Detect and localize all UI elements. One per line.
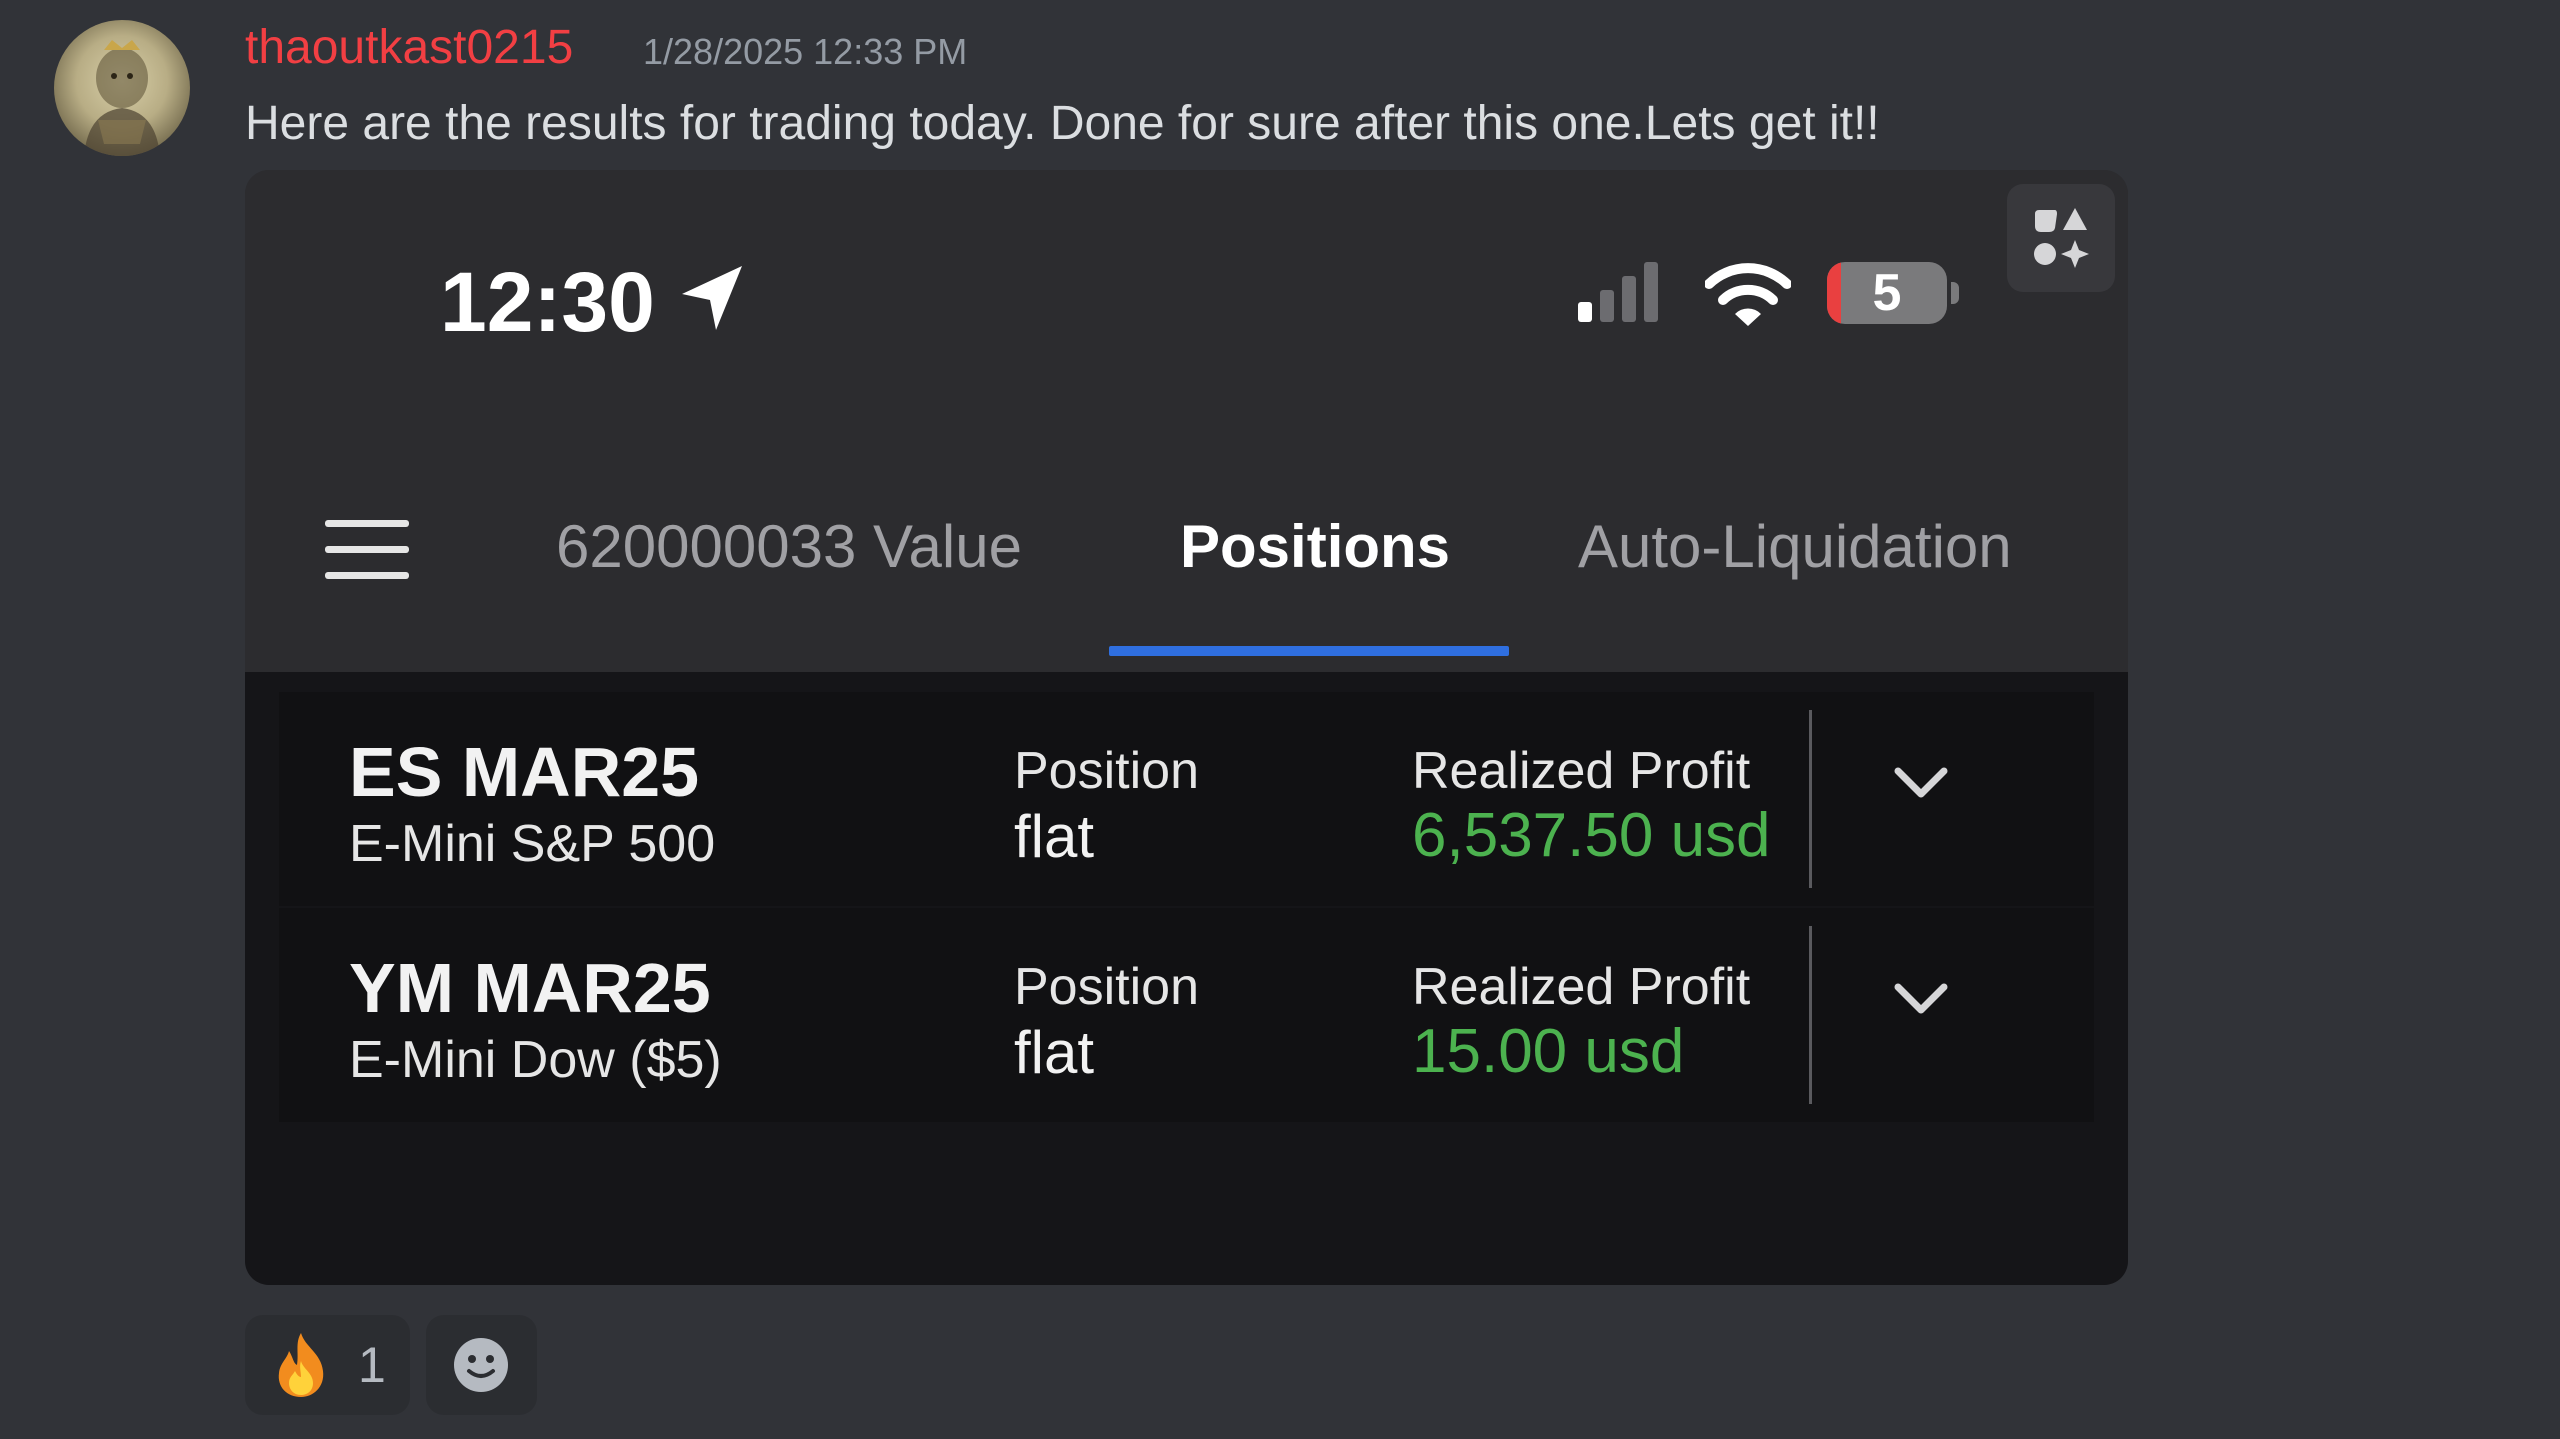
position-label: Position xyxy=(1014,958,1199,1016)
tab-auto-liquidation[interactable]: Auto-Liquidation xyxy=(1578,510,2012,584)
realized-profit-label: Realized Profit xyxy=(1412,958,1751,1016)
column-divider xyxy=(1809,926,1812,1104)
chevron-down-icon[interactable] xyxy=(1893,982,1949,1018)
wifi-icon xyxy=(1705,263,1791,326)
location-arrow-icon xyxy=(682,266,742,330)
battery-level: 5 xyxy=(1872,264,1902,322)
message-timestamp: 1/28/2025 12:33 PM xyxy=(643,31,968,72)
position-value: flat xyxy=(1014,1019,1095,1086)
menu-icon[interactable] xyxy=(325,520,409,580)
cellular-signal-icon xyxy=(1578,262,1658,322)
realized-profit-value: 15.00 usd xyxy=(1412,1017,1685,1086)
message-text: Here are the results for trading today. … xyxy=(245,97,1880,150)
realized-profit-value: 6,537.50 usd xyxy=(1412,801,1771,870)
realized-profit-label: Realized Profit xyxy=(1412,742,1751,800)
tab-account-value[interactable]: 620000033 Value xyxy=(556,510,1022,584)
add-reaction-icon xyxy=(454,1338,508,1392)
position-symbol: YM MAR25 xyxy=(349,949,711,1027)
position-row[interactable]: ES MAR25 E-Mini S&P 500 Position flat Re… xyxy=(279,692,2094,906)
avatar-image xyxy=(84,40,160,156)
position-contract: E-Mini Dow ($5) xyxy=(349,1031,722,1089)
username[interactable]: thaoutkast0215 xyxy=(245,18,573,78)
column-divider xyxy=(1809,710,1812,888)
fire-emoji xyxy=(278,1333,324,1397)
positions-list: ES MAR25 E-Mini S&P 500 Position flat Re… xyxy=(245,672,2128,1285)
position-symbol: ES MAR25 xyxy=(349,733,700,811)
active-tab-indicator xyxy=(1109,646,1509,656)
position-row[interactable]: YM MAR25 E-Mini Dow ($5) Position flat R… xyxy=(279,908,2094,1122)
chevron-down-icon[interactable] xyxy=(1893,766,1949,802)
position-value: flat xyxy=(1014,803,1095,870)
position-label: Position xyxy=(1014,742,1199,800)
reaction-fire[interactable]: 1 xyxy=(245,1315,410,1415)
battery-nub xyxy=(1951,282,1959,304)
reaction-count: 1 xyxy=(358,1337,386,1393)
status-bar-time: 12:30 xyxy=(440,255,655,349)
app-header: 12:30 5 620000033 Value Positions Auto-L… xyxy=(245,170,2128,672)
add-reaction-button[interactable] xyxy=(426,1315,537,1415)
user-avatar[interactable] xyxy=(54,20,190,156)
apps-button[interactable] xyxy=(2007,184,2115,292)
battery-indicator: 5 xyxy=(1827,262,1947,324)
apps-icon xyxy=(2034,208,2089,268)
image-attachment[interactable]: 12:30 5 620000033 Value Positions Auto-L… xyxy=(245,170,2128,1285)
position-contract: E-Mini S&P 500 xyxy=(349,815,716,873)
tab-positions[interactable]: Positions xyxy=(1180,510,1450,584)
